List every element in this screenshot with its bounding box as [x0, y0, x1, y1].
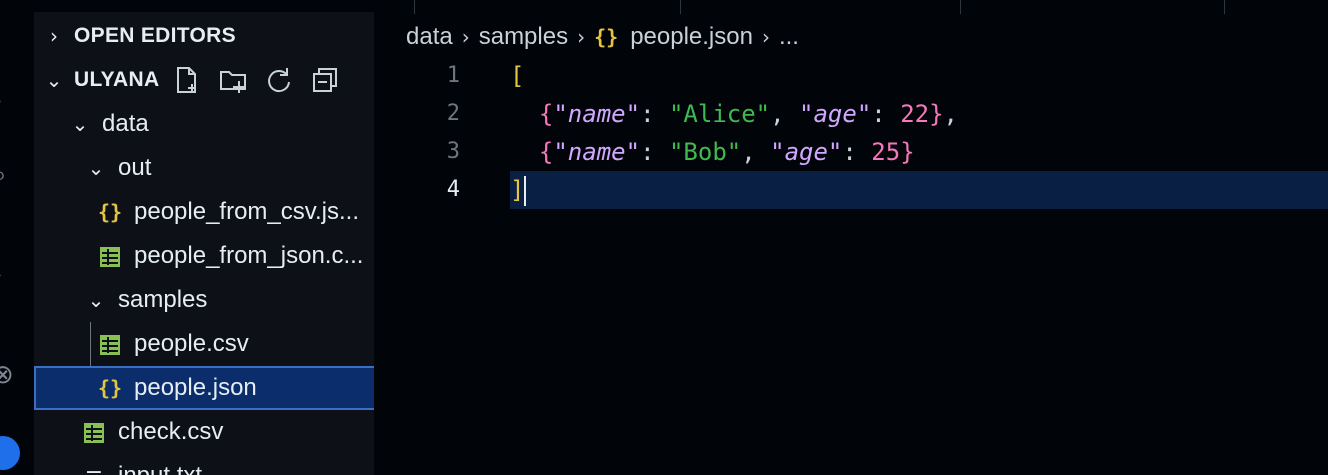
json-number: 25	[871, 138, 901, 166]
tree-item-label: out	[118, 154, 152, 181]
tree-item-label: people_from_csv.js...	[134, 198, 359, 225]
code-line-2[interactable]: {"name": "Alice", "age": 22},	[510, 95, 958, 133]
chevron-right-icon: ›	[761, 25, 770, 49]
tree-item-label: input.txt	[118, 462, 202, 475]
new-file-icon[interactable]	[172, 65, 202, 95]
tree-file-people-json[interactable]: {} people.json	[34, 366, 374, 410]
account-badge-icon[interactable]	[0, 436, 20, 470]
chevron-down-icon: ⌄	[87, 156, 105, 180]
json-key: "age"	[799, 100, 872, 128]
chevron-right-icon: ›	[577, 25, 586, 49]
breadcrumb: data › samples › {} people.json › ...	[406, 18, 799, 56]
json-string: "Bob"	[668, 138, 742, 166]
tree-file-people-csv[interactable]: people.csv	[34, 322, 374, 366]
json-key: "age"	[770, 138, 843, 166]
chevron-right-icon[interactable]: ›	[0, 88, 2, 114]
bracket: ]	[510, 176, 525, 204]
table-grid-icon	[76, 418, 112, 446]
chevron-down-icon: ⌄	[45, 68, 63, 92]
search-icon[interactable]: ⌕	[0, 162, 7, 188]
trailing-comma: ,	[943, 100, 958, 128]
breadcrumb-item-file[interactable]: people.json	[630, 23, 753, 51]
open-editors-header[interactable]: › OPEN EDITORS	[34, 14, 374, 58]
breadcrumb-item-symbols[interactable]: ...	[779, 23, 799, 51]
tree-item-label: samples	[118, 286, 208, 313]
chevron-right-icon: ›	[461, 25, 470, 49]
text-cursor	[524, 176, 527, 206]
tree-file-check-csv[interactable]: check.csv	[34, 410, 374, 454]
new-folder-icon[interactable]	[218, 65, 248, 95]
open-editors-title: OPEN EDITORS	[74, 24, 236, 47]
table-grid-icon	[92, 330, 128, 358]
current-line-highlight	[510, 171, 1328, 209]
sidebar-top-strip	[34, 0, 374, 12]
json-braces-icon: {}	[97, 376, 123, 400]
json-braces-icon: {}	[97, 200, 123, 224]
bracket: [	[510, 62, 525, 90]
breadcrumb-item-samples[interactable]: samples	[479, 23, 568, 51]
table-grid-icon	[92, 242, 128, 270]
json-key: "name"	[553, 138, 641, 166]
tree-item-label: check.csv	[118, 418, 224, 445]
tree-item-label: people_from_json.c...	[134, 242, 364, 269]
workspace-title: ULYANA	[74, 68, 160, 91]
line-number: 3	[446, 139, 460, 164]
tree-item-label: data	[102, 110, 149, 137]
code-line-4[interactable]: ]	[510, 171, 527, 209]
explorer-sidebar: › OPEN EDITORS ⌄ ULYANA ⌄ data ⌄ out {} …	[34, 0, 374, 475]
tree-file-people-from-json[interactable]: people_from_json.c...	[34, 234, 374, 278]
code-line-3[interactable]: {"name": "Bob", "age": 25}	[510, 133, 915, 171]
line-number: 2	[446, 101, 460, 126]
run-debug-icon[interactable]: ›	[0, 262, 2, 288]
chevron-right-icon: ›	[50, 24, 58, 48]
refresh-icon[interactable]	[264, 65, 294, 95]
chevron-down-icon: ⌄	[87, 288, 105, 312]
json-string: "Alice"	[668, 100, 771, 128]
code-line-1[interactable]: [	[510, 57, 524, 95]
json-number: 22	[900, 100, 930, 128]
tree-folder-out[interactable]: ⌄ out	[34, 146, 374, 190]
tree-file-people-from-csv[interactable]: {} people_from_csv.js...	[34, 190, 374, 234]
json-braces-icon: {}	[594, 25, 619, 49]
collapse-all-icon[interactable]	[310, 65, 340, 95]
breadcrumb-item-data[interactable]: data	[406, 23, 453, 51]
json-key: "name"	[553, 100, 641, 128]
activity-bar: › ⌕ › ⊗	[0, 0, 33, 475]
text-lines-icon: ≡	[76, 464, 112, 475]
line-number: 1	[446, 63, 460, 88]
tree-folder-samples[interactable]: ⌄ samples	[34, 278, 374, 322]
tab-bar	[374, 0, 1328, 14]
tree-item-label: people.json	[134, 374, 257, 401]
line-number-active: 4	[446, 177, 460, 202]
editor-area: data › samples › {} people.json › ... 1 …	[374, 0, 1328, 475]
chevron-down-icon: ⌄	[71, 112, 89, 136]
tree-file-input-txt[interactable]: ≡ input.txt	[34, 454, 374, 475]
tree-item-label: people.csv	[134, 330, 249, 357]
tree-folder-data[interactable]: ⌄ data	[34, 102, 374, 146]
workspace-header[interactable]: ⌄ ULYANA	[34, 58, 374, 102]
extensions-icon[interactable]: ⊗	[0, 362, 14, 388]
